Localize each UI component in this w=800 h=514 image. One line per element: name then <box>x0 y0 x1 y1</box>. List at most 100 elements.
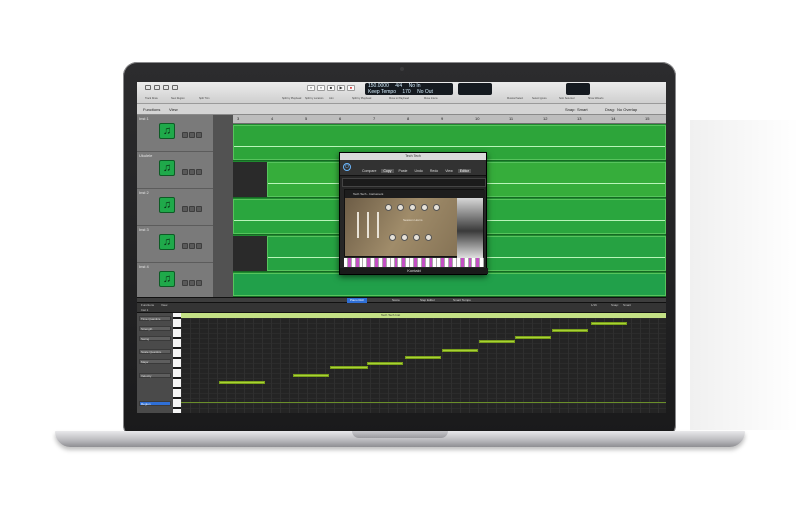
play-icon[interactable]: ▶ <box>337 85 345 91</box>
app-window: « » ■ ▶ ● 150.0000 4/4 No In Keep Tempo … <box>137 82 666 413</box>
toolbar-icon[interactable] <box>163 85 169 90</box>
camera-dot <box>400 67 404 71</box>
track-color-strip <box>213 115 233 297</box>
midi-note[interactable] <box>591 322 627 325</box>
track-buttons[interactable] <box>182 199 208 212</box>
track-name: Inst 2 <box>139 190 149 195</box>
plugin-tab[interactable]: Copy <box>381 169 394 173</box>
toolbar-label: Track Draw <box>145 97 158 100</box>
track-buttons[interactable] <box>182 125 208 138</box>
smart-controls-icon[interactable] <box>172 85 178 90</box>
track-header[interactable]: Inst 3 ♫ <box>137 226 213 263</box>
knob[interactable] <box>389 234 396 241</box>
ruler-tick: 8 <box>407 116 410 121</box>
knob[interactable] <box>397 204 404 211</box>
inspector-row[interactable]: Time Quantize <box>139 316 171 321</box>
inspector-row[interactable]: Scale Quantize <box>139 349 171 354</box>
toolbar-label: Solo Selected <box>559 97 575 100</box>
track-header[interactable]: Inst 1 ♫ <box>137 115 213 152</box>
snap-label: Snap: <box>565 107 576 112</box>
attack-slider[interactable] <box>377 212 379 238</box>
midi-note[interactable] <box>219 381 265 384</box>
ruler-tick: 3 <box>237 116 240 121</box>
stop-icon[interactable]: ■ <box>327 85 335 91</box>
view-menu[interactable]: View <box>169 104 178 115</box>
rewind-icon[interactable]: « <box>307 85 315 91</box>
inspector-icon[interactable] <box>154 85 160 90</box>
volume-slider[interactable] <box>357 212 359 238</box>
inspector-row[interactable]: Strength <box>139 326 171 331</box>
track-header[interactable]: Ukulele ♫ <box>137 152 213 189</box>
record-icon[interactable]: ● <box>347 85 355 91</box>
drag-value[interactable]: No Overlap <box>617 104 637 115</box>
cycle-display[interactable] <box>458 83 492 95</box>
forward-icon[interactable]: » <box>317 85 325 91</box>
midi-note[interactable] <box>442 349 478 352</box>
kontakt-toolbar[interactable] <box>342 178 486 187</box>
knob[interactable] <box>421 204 428 211</box>
lcd-display[interactable]: 150.0000 4/4 No In Keep Tempo 170 No Out <box>365 83 453 95</box>
midi-note[interactable] <box>330 366 368 369</box>
inspector-row[interactable]: Major <box>139 359 171 364</box>
plugin-keyboard[interactable] <box>344 258 485 267</box>
midi-note[interactable] <box>515 336 551 339</box>
snap-value[interactable]: Smart <box>577 104 588 115</box>
track-lane[interactable] <box>233 272 666 297</box>
pr-functions-menu[interactable]: Functions <box>141 303 154 307</box>
track-buttons[interactable] <box>182 162 208 175</box>
ruler-tick: 12 <box>543 116 548 121</box>
music-note-icon: ♫ <box>159 271 175 287</box>
plugin-tab[interactable]: View <box>443 169 455 173</box>
instrument-panel[interactable]: Tech Tech - Instrument Session Horns <box>344 189 485 258</box>
toolbar-label: Musical Select <box>507 97 524 100</box>
ruler-tick: 11 <box>509 116 514 121</box>
knob[interactable] <box>409 204 416 211</box>
drag-label: Drag: <box>605 107 615 112</box>
pr-snap-value[interactable]: Smart <box>623 303 631 307</box>
plugin-tab[interactable]: Paste <box>397 169 410 173</box>
functions-menu[interactable]: Functions <box>143 104 160 115</box>
track-buttons[interactable] <box>182 236 208 249</box>
ruler-tick: 13 <box>577 116 582 121</box>
library-icon[interactable] <box>145 85 151 90</box>
knob[interactable] <box>401 234 408 241</box>
plugin-window[interactable]: Tech Tech ⏻ Compare Copy Paste Undo Redo… <box>339 152 488 275</box>
inspector-row[interactable]: Region <box>139 401 171 406</box>
toolbar-label: Show Wavefo <box>588 97 604 100</box>
knob[interactable] <box>385 204 392 211</box>
pr-view-menu[interactable]: View <box>161 303 167 307</box>
pr-track-label: Inst 1 <box>141 308 149 312</box>
pr-grid-value[interactable]: 1/16 <box>591 303 597 307</box>
plugin-tab[interactable]: Editor <box>457 169 471 173</box>
plugin-tab[interactable]: Redo <box>428 169 440 173</box>
music-note-icon: ♫ <box>159 234 175 250</box>
bar-ruler[interactable]: 3 4 5 6 7 8 9 10 11 12 13 14 15 <box>233 115 666 124</box>
plugin-tab[interactable]: Compare <box>360 169 378 173</box>
tune-slider[interactable] <box>367 212 369 238</box>
toolbar-label: Split by Playhead <box>352 97 372 100</box>
inspector-row[interactable]: Swing <box>139 336 171 341</box>
track-header[interactable]: Inst 2 ♫ <box>137 189 213 226</box>
piano-roll-region-bar[interactable]: Tech Tech Inst <box>181 313 666 318</box>
inspector-row[interactable]: Velocity <box>139 373 171 378</box>
knob[interactable] <box>433 204 440 211</box>
midi-note[interactable] <box>479 340 515 343</box>
track-header[interactable]: Inst 4 ♫ <box>137 263 213 300</box>
piano-keyboard[interactable] <box>173 313 181 413</box>
lcd-division: No Out <box>417 89 433 95</box>
plugin-title[interactable]: Tech Tech <box>340 153 486 160</box>
midi-note[interactable] <box>293 374 329 377</box>
knob[interactable] <box>425 234 432 241</box>
track-buttons[interactable] <box>182 273 208 286</box>
midi-note[interactable] <box>367 362 403 365</box>
plugin-tab[interactable]: Undo <box>412 169 424 173</box>
knob[interactable] <box>413 234 420 241</box>
ruler-tick: 15 <box>645 116 650 121</box>
piano-roll-grid[interactable] <box>181 313 666 413</box>
power-icon[interactable]: ⏻ <box>343 163 351 171</box>
midi-note[interactable] <box>552 329 588 332</box>
midi-note[interactable] <box>405 356 441 359</box>
toolbar-label: Select Ignore <box>532 97 547 100</box>
control-bar: « » ■ ▶ ● 150.0000 4/4 No In Keep Tempo … <box>137 82 666 104</box>
midi-region[interactable] <box>233 273 666 296</box>
